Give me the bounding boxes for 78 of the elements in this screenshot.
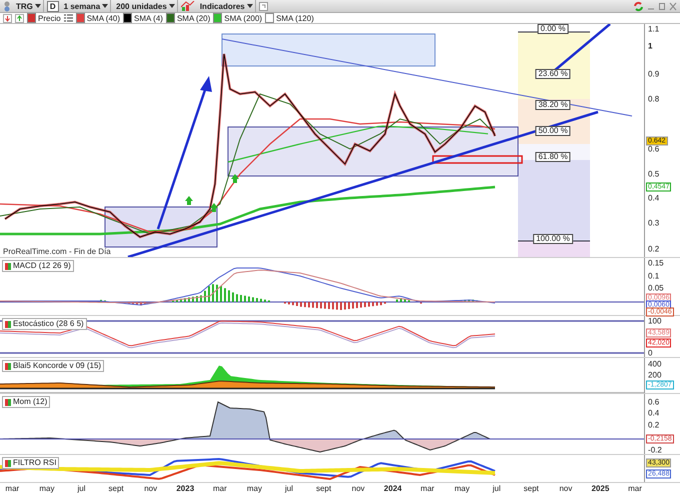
symbol-dropdown[interactable]: TRG: [14, 0, 44, 12]
close-icon[interactable]: [669, 2, 677, 10]
legend-label[interactable]: SMA (120): [276, 14, 314, 22]
caret-icon: [102, 4, 108, 8]
caret-icon: [34, 4, 41, 8]
time-axis-label: jul: [76, 483, 86, 494]
legend-label[interactable]: Precio: [38, 14, 61, 22]
axis-tick-label: -0.2: [648, 446, 662, 454]
fibonacci-level-label: 38.20 %: [535, 100, 571, 110]
time-axis-label: sept: [315, 483, 332, 494]
caret-icon: [168, 4, 175, 8]
axis-tick-label: 0.5: [648, 170, 660, 178]
axis-tick-label: 0.8: [648, 94, 660, 104]
axis-tick-label: 0.2: [648, 244, 660, 254]
axis-tick-label: 0.4: [648, 408, 660, 418]
caret-icon: [246, 4, 253, 8]
axis-tick-label: 0.6: [648, 398, 660, 406]
maximize-icon[interactable]: [658, 2, 666, 10]
indicator-swatch-icon: [5, 362, 11, 370]
daily-badge[interactable]: D: [46, 0, 59, 12]
time-axis-label: 2023: [175, 483, 196, 494]
time-axis-label: may: [38, 483, 56, 494]
axis-tick-label: 100: [648, 316, 662, 326]
up-arrow-icon: [210, 203, 218, 212]
add-icon[interactable]: [15, 14, 24, 22]
remove-icon[interactable]: [3, 14, 12, 22]
window-icon[interactable]: [258, 2, 268, 10]
time-axis-label: nov: [143, 483, 158, 494]
period-dropdown[interactable]: 1 semana: [62, 0, 112, 12]
time-axis-label: nov: [558, 483, 574, 494]
axis-tick-label: 0.05: [648, 284, 664, 292]
time-axis-label: may: [246, 483, 264, 494]
axis-tick-label: 1: [648, 42, 652, 50]
legend-label[interactable]: SMA (20): [176, 14, 210, 22]
axis-tick-label: 0.2: [648, 420, 660, 430]
fibonacci-level-label: 0.00 %: [538, 24, 568, 34]
up-arrow-icon: [185, 196, 193, 205]
indicator-swatch-icon: [5, 262, 11, 270]
time-axis-label: 2025: [590, 483, 610, 494]
legend-label[interactable]: SMA (4): [134, 14, 163, 22]
time-axis-label: jul: [284, 483, 294, 494]
axis-tick-label: 0.15: [648, 258, 664, 268]
axis-tick-label: 0.1: [648, 272, 660, 280]
axis-tick-label: 0.9: [648, 70, 660, 78]
app-logo-icon: [3, 0, 11, 12]
axis-tick-label: 0.6: [648, 144, 660, 154]
watermark-text: ProRealTime.com - Fin de Día: [3, 247, 111, 256]
refresh-icon[interactable]: [633, 0, 644, 12]
fibonacci-level-label: 100.00 %: [533, 234, 573, 244]
list-icon[interactable]: [64, 14, 73, 22]
axis-tick-label: 1.1: [648, 24, 660, 34]
axis-tick-label: 200: [648, 370, 662, 380]
legend-label[interactable]: SMA (40): [86, 14, 120, 22]
indicator-swatch-icon: [5, 320, 11, 328]
indicators-dropdown[interactable]: Indicadores: [198, 0, 256, 12]
up-arrow-icon: [231, 174, 239, 183]
indicator-swatch-icon: [5, 460, 11, 466]
time-axis-label: 2024: [382, 483, 403, 494]
fibonacci-level-label: 50.00 %: [535, 126, 571, 136]
indicator-swatch-icon: [5, 398, 11, 406]
fibonacci-level-label: 23.60 %: [535, 69, 571, 79]
axis-tick-label: 400: [648, 360, 662, 368]
units-dropdown[interactable]: 200 unidades: [114, 0, 178, 12]
legend-label[interactable]: SMA (200): [224, 14, 262, 22]
axis-tick-label: 0.4: [648, 194, 660, 202]
time-axis-label: mar: [4, 483, 20, 494]
time-axis-label: sept: [108, 483, 125, 494]
time-axis-label: mar: [212, 483, 228, 494]
time-axis-label: nov: [350, 483, 366, 494]
time-axis-label: mar: [627, 483, 643, 494]
fibonacci-level-label: 61.80 %: [535, 152, 571, 162]
indicator-chart-icon[interactable]: [180, 0, 195, 12]
time-axis-label: jul: [492, 483, 502, 494]
axis-tick-label: 0: [648, 348, 652, 358]
axis-tick-label: 0.3: [648, 218, 660, 228]
time-axis-label: mar: [420, 483, 436, 494]
time-axis-label: sept: [522, 483, 540, 494]
time-axis-label: may: [453, 483, 471, 494]
